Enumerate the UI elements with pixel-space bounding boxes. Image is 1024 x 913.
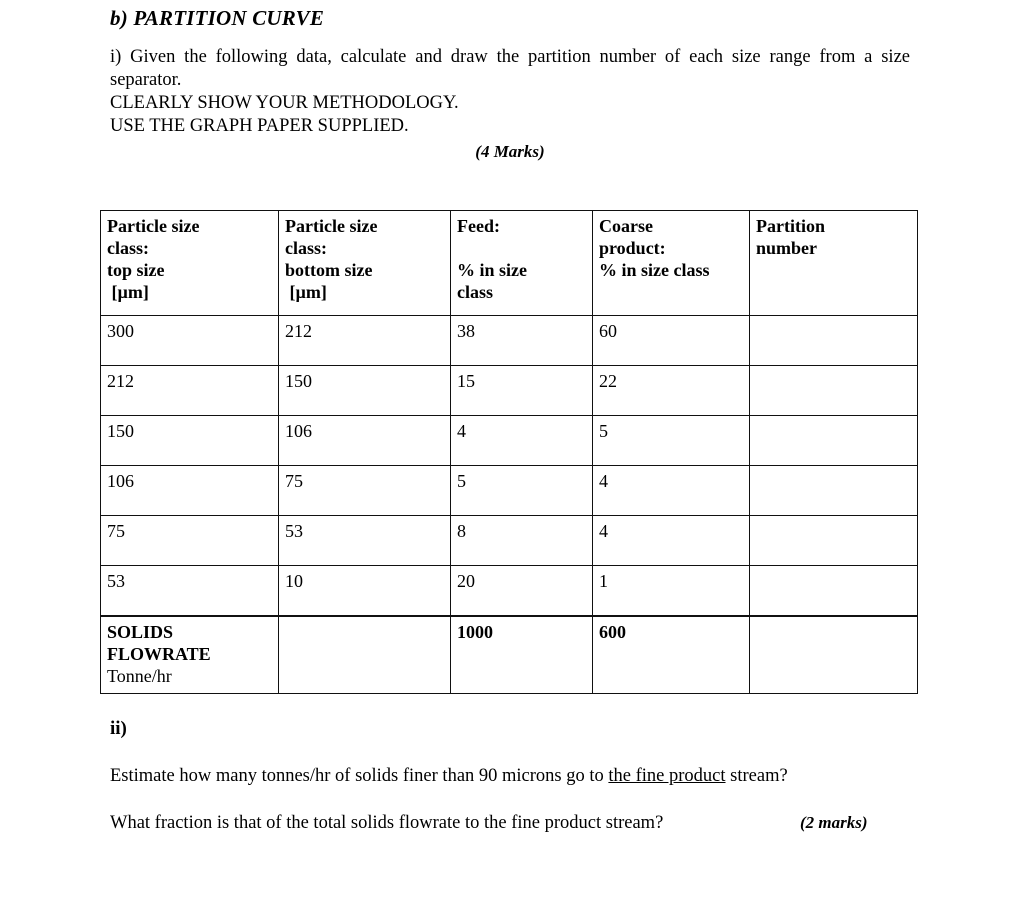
question-one-after: stream? [725, 766, 788, 786]
marks-allocation-4: (4 Marks) [475, 142, 545, 161]
cell-bottom-size: 53 [278, 515, 451, 566]
cell-coarse-percent: 5 [592, 415, 750, 466]
header-partition-number: Partition number [749, 210, 918, 316]
question-one-underlined: the fine product [608, 766, 726, 786]
cell-total-bottom-size [278, 615, 451, 694]
cell-feed-percent: 8 [450, 515, 593, 566]
cell-feed-percent: 20 [450, 565, 593, 617]
table-header-row: Particle size class: top size [µm] Parti… [100, 210, 918, 316]
cell-partition-number[interactable] [749, 565, 918, 617]
cell-feed-percent: 5 [450, 465, 593, 516]
cell-feed-percent: 38 [450, 315, 593, 366]
question-one: Estimate how many tonnes/hr of solids fi… [110, 766, 788, 787]
question-two: What fraction is that of the total solid… [110, 813, 664, 833]
cell-bottom-size: 10 [278, 565, 451, 617]
header-feed-percent: Feed: % in size class [450, 210, 593, 316]
header-coarse-percent: Coarse product: % in size class [592, 210, 750, 316]
cell-partition-number[interactable] [749, 365, 918, 416]
cell-partition-number[interactable] [749, 315, 918, 366]
cell-total-partition-number[interactable] [749, 615, 918, 694]
table-row: 300 212 38 60 [100, 315, 918, 366]
intro-block: i) Given the following data, calculate a… [110, 46, 910, 161]
header-blank-line [457, 237, 592, 259]
cell-partition-number[interactable] [749, 465, 918, 516]
document-page: b) PARTITION CURVE i) Given the followin… [0, 0, 1024, 913]
cell-bottom-size: 75 [278, 465, 451, 516]
cell-coarse-total: 600 [592, 615, 750, 694]
cell-bottom-size: 150 [278, 365, 451, 416]
cell-top-size: 106 [100, 465, 279, 516]
cell-partition-number[interactable] [749, 515, 918, 566]
cell-feed-percent: 4 [450, 415, 593, 466]
header-bottom-size: Particle size class: bottom size [µm] [278, 210, 451, 316]
cell-feed-percent: 15 [450, 365, 593, 416]
table-row: 75 53 8 4 [100, 515, 918, 566]
graph-paper-line: USE THE GRAPH PAPER SUPPLIED. [110, 116, 409, 136]
cell-coarse-percent: 4 [592, 515, 750, 566]
table-row: 150 106 4 5 [100, 415, 918, 466]
cell-coarse-percent: 1 [592, 565, 750, 617]
cell-partition-number[interactable] [749, 415, 918, 466]
cell-top-size: 75 [100, 515, 279, 566]
part-ii-label: ii) [110, 718, 127, 739]
cell-bottom-size: 212 [278, 315, 451, 366]
methodology-line: CLEARLY SHOW YOUR METHODOLOGY. [110, 93, 459, 113]
cell-top-size: 212 [100, 365, 279, 416]
table-total-row: SOLIDS FLOWRATE Tonne/hr 1000 600 [100, 615, 918, 694]
cell-top-size: 53 [100, 565, 279, 617]
cell-coarse-percent: 4 [592, 465, 750, 516]
page-title: b) PARTITION CURVE [110, 6, 325, 30]
cell-top-size: 300 [100, 315, 279, 366]
cell-coarse-percent: 60 [592, 315, 750, 366]
question-two-wrapper: What fraction is that of the total solid… [110, 813, 910, 834]
cell-coarse-percent: 22 [592, 365, 750, 416]
table-row: 53 10 20 1 [100, 565, 918, 617]
cell-solids-flowrate-label: SOLIDS FLOWRATE Tonne/hr [100, 615, 279, 694]
cell-top-size: 150 [100, 415, 279, 466]
table-row: 212 150 15 22 [100, 365, 918, 416]
question-one-before: Estimate how many tonnes/hr of solids fi… [110, 766, 609, 786]
header-top-size: Particle size class: top size [µm] [100, 210, 279, 316]
cell-feed-total: 1000 [450, 615, 593, 694]
partition-data-table: Particle size class: top size [µm] Parti… [100, 210, 918, 694]
intro-paragraph: i) Given the following data, calculate a… [110, 47, 910, 90]
cell-bottom-size: 106 [278, 415, 451, 466]
marks-allocation-2: (2 marks) [800, 813, 868, 832]
table-row: 106 75 5 4 [100, 465, 918, 516]
